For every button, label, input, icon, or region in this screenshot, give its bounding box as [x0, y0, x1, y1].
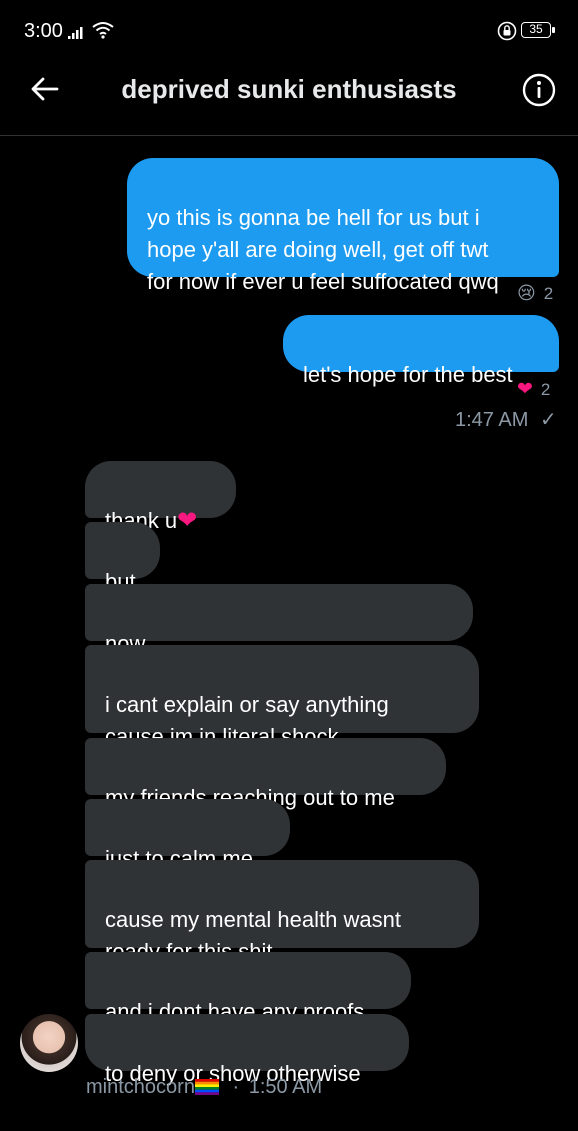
incoming-message[interactable]: my friends reaching out to me	[85, 738, 446, 810]
message-timestamp: 1:47 AM ✓	[455, 407, 557, 432]
check-icon: ✓	[539, 409, 557, 431]
battery-icon: 35	[521, 22, 555, 38]
crying-face-icon: 😢	[517, 283, 536, 303]
wifi-icon	[92, 22, 114, 39]
status-time: 3:00	[24, 20, 63, 42]
status-bar: 3:00 35	[0, 0, 578, 62]
alarm-icon	[497, 21, 517, 41]
reaction-count: 2	[540, 379, 551, 399]
message-reaction[interactable]: ❤ 2	[517, 378, 550, 401]
sender-name[interactable]: mintchocorn	[86, 1076, 195, 1098]
outgoing-message[interactable]: yo this is gonna be hell for us but i ho…	[127, 158, 559, 294]
incoming-message[interactable]: just to calm me	[85, 799, 290, 871]
conversation-header: deprived sunki enthusiasts	[0, 62, 578, 136]
sender-meta: mintchocorn · 1:50 AM	[86, 1076, 322, 1099]
avatar[interactable]	[20, 1014, 78, 1072]
info-icon[interactable]	[522, 73, 556, 107]
message-reaction[interactable]: 😢 2	[517, 283, 553, 304]
incoming-message[interactable]: but	[85, 522, 160, 594]
rainbow-flag-icon	[194, 1079, 219, 1095]
heart-icon: ❤	[177, 507, 198, 534]
incoming-message[interactable]: i cant explain or say anything cause im …	[85, 645, 479, 749]
outgoing-message[interactable]: let's hope for the best	[283, 315, 559, 387]
incoming-message[interactable]: thank u❤	[85, 461, 236, 534]
message-text: let's hope for the best	[303, 362, 513, 387]
message-text: yo this is gonna be hell for us but i ho…	[147, 205, 499, 294]
received-time: 1:50 AM	[248, 1076, 323, 1098]
incoming-message[interactable]: now	[85, 584, 473, 656]
incoming-message[interactable]: to deny or show otherwise	[85, 1014, 409, 1086]
incoming-message[interactable]: cause my mental health wasnt ready for t…	[85, 860, 479, 964]
conversation-title: deprived sunki enthusiasts	[121, 74, 457, 104]
heart-icon: ❤	[517, 379, 533, 400]
signal-icon	[68, 27, 83, 39]
meta-separator: ·	[232, 1076, 240, 1098]
reaction-count: 2	[543, 283, 554, 303]
sent-time: 1:47 AM	[455, 409, 529, 431]
incoming-message[interactable]: and i dont have any proofs	[85, 952, 411, 1024]
